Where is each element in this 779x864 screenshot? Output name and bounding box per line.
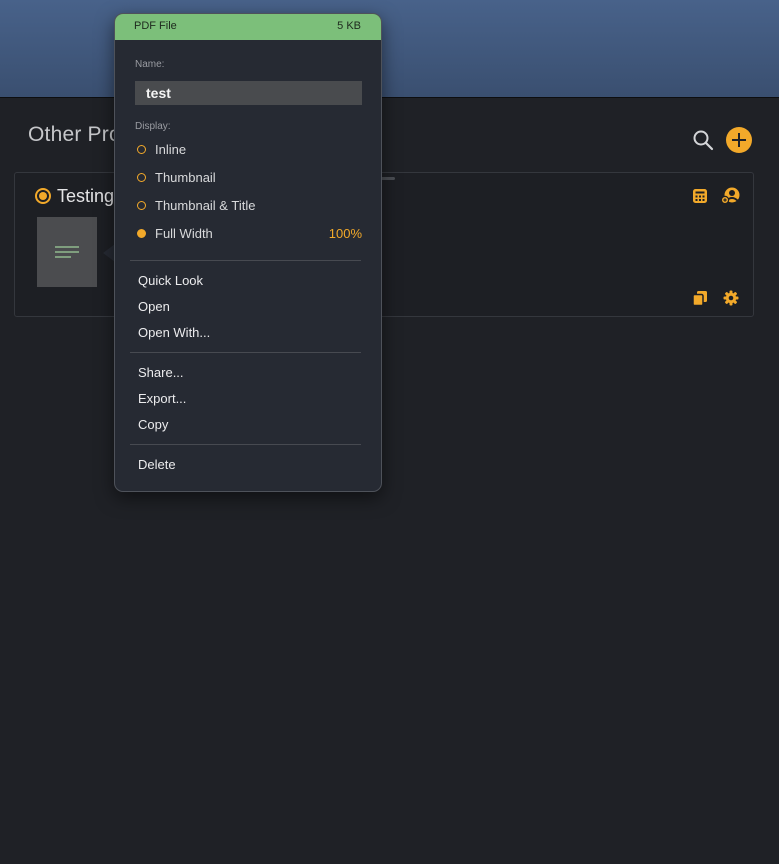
file-type-label: PDF File xyxy=(134,20,177,32)
search-icon[interactable] xyxy=(692,129,714,151)
popover-header: PDF File 5 KB xyxy=(115,14,381,40)
file-size-label: 5 KB xyxy=(337,20,361,32)
width-percent[interactable]: 100% xyxy=(329,226,362,241)
name-label: Name: xyxy=(135,59,165,70)
copy-icon[interactable] xyxy=(691,289,709,307)
radio-icon xyxy=(137,173,146,182)
radio-icon xyxy=(137,145,146,154)
display-option-thumbnail[interactable]: Thumbnail xyxy=(135,169,362,187)
radio-selected-icon xyxy=(137,229,146,238)
option-label: Thumbnail xyxy=(155,170,216,185)
menu-item-open-with[interactable]: Open With... xyxy=(138,325,358,340)
menu-divider xyxy=(130,352,361,353)
display-option-inline[interactable]: Inline xyxy=(135,141,362,159)
person-add-icon[interactable] xyxy=(721,186,741,206)
section-title: Other Pro xyxy=(28,123,121,146)
radio-icon xyxy=(137,201,146,210)
display-label: Display: xyxy=(135,121,171,132)
menu-item-copy[interactable]: Copy xyxy=(138,417,358,432)
menu-item-open[interactable]: Open xyxy=(138,299,358,314)
thumbnail-line xyxy=(55,256,71,258)
gear-icon[interactable] xyxy=(722,289,740,307)
thumbnail-line xyxy=(55,246,79,248)
display-option-thumbnail-title[interactable]: Thumbnail & Title xyxy=(135,197,362,215)
menu-divider xyxy=(130,260,361,261)
file-thumbnail[interactable] xyxy=(37,217,97,287)
option-label: Full Width xyxy=(155,226,213,241)
calculator-icon[interactable] xyxy=(691,187,709,205)
add-button[interactable] xyxy=(726,127,752,153)
thumbnail-line xyxy=(55,251,79,253)
display-option-full-width[interactable]: Full Width 100% xyxy=(135,225,362,243)
card-title: Testing xyxy=(57,186,115,206)
menu-item-delete[interactable]: Delete xyxy=(138,457,358,472)
drag-handle[interactable] xyxy=(381,177,395,180)
card-status-radio[interactable] xyxy=(35,188,51,204)
option-label: Inline xyxy=(155,142,187,157)
file-popover: PDF File 5 KB Name: Display: Inline Thum… xyxy=(114,13,382,492)
name-field[interactable] xyxy=(135,81,362,105)
menu-item-share[interactable]: Share... xyxy=(138,365,358,380)
option-label: Thumbnail & Title xyxy=(155,198,256,213)
menu-item-export[interactable]: Export... xyxy=(138,391,358,406)
menu-item-quick-look[interactable]: Quick Look xyxy=(138,273,358,288)
menu-divider xyxy=(130,444,361,445)
